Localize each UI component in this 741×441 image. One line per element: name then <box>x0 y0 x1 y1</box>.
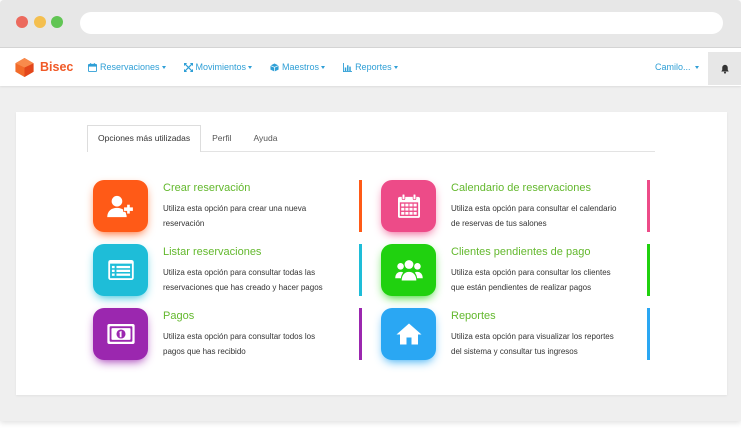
option-accent-bar <box>359 244 362 296</box>
option-description-line: Utiliza esta opción para consultar el ca… <box>451 204 617 213</box>
menu-reservaciones[interactable]: Reservaciones <box>88 62 166 72</box>
address-bar[interactable] <box>80 12 723 34</box>
arrows-icon <box>183 62 193 72</box>
window-minimize-button[interactable] <box>34 16 46 28</box>
caret-down-icon <box>161 65 166 69</box>
option-description: Utiliza esta opción para crear una nueva… <box>163 201 306 231</box>
option-description: Utiliza esta opción para consultar el ca… <box>451 201 616 231</box>
tab-bar: Opciones más utilizadas Perfil Ayuda <box>87 125 655 152</box>
bisec-logo-icon[interactable] <box>14 57 35 78</box>
caret-down-icon <box>393 65 398 69</box>
menu-movimientos[interactable]: Movimientos <box>183 62 253 72</box>
option-description-line: Utiliza esta opción para consultar todos… <box>163 332 316 341</box>
option-description-line: del sistema y consultar tus ingresos <box>451 347 578 356</box>
money-icon[interactable] <box>93 308 148 360</box>
option-title[interactable]: Clientes pendientes de pago <box>451 246 590 259</box>
app-navbar: Bisec Reservaciones Movimientos Maestros… <box>0 48 741 86</box>
user-name: Camilo... <box>655 62 691 72</box>
option-description: Utiliza esta opción para visualizar los … <box>451 329 614 359</box>
browser-window: Bisec Reservaciones Movimientos Maestros… <box>0 0 741 421</box>
option-description: Utiliza esta opción para consultar todas… <box>163 265 323 295</box>
option-crear-reservacion[interactable]: Crear reservación Utiliza esta opción pa… <box>93 180 363 232</box>
user-menu[interactable]: Camilo... <box>655 48 699 86</box>
notifications-button[interactable] <box>708 52 741 85</box>
list-alt-icon[interactable] <box>93 244 148 296</box>
window-close-button[interactable] <box>16 16 28 28</box>
menu-reportes[interactable]: Reportes <box>343 62 398 72</box>
option-title[interactable]: Listar reservaciones <box>163 246 261 259</box>
option-description-line: de reservas de tus salones <box>451 219 547 228</box>
tab-opciones[interactable]: Opciones más utilizadas <box>87 125 202 152</box>
option-description-line: reservaciones que has creado y hacer pag… <box>163 283 323 292</box>
option-accent-bar <box>359 308 362 360</box>
menu-label: Reservaciones <box>100 62 160 72</box>
main-menu: Reservaciones Movimientos Maestros Repor… <box>88 48 398 86</box>
option-title[interactable]: Reportes <box>451 310 496 323</box>
option-clientes-pendientes[interactable]: Clientes pendientes de pago Utiliza esta… <box>381 244 651 296</box>
option-reportes[interactable]: Reportes Utiliza esta opción para visual… <box>381 308 651 360</box>
cube-icon <box>270 62 279 72</box>
caret-down-icon <box>321 65 326 69</box>
menu-label: Reportes <box>355 62 392 72</box>
option-title[interactable]: Pagos <box>163 310 194 323</box>
option-pagos[interactable]: Pagos Utiliza esta opción para consultar… <box>93 308 363 360</box>
user-plus-icon[interactable] <box>93 180 148 232</box>
option-title[interactable]: Calendario de reservaciones <box>451 182 591 195</box>
option-title[interactable]: Crear reservación <box>163 182 250 195</box>
option-description-line: Utiliza esta opción para crear una nueva <box>163 204 307 213</box>
option-description-line: Utiliza esta opción para consultar todas… <box>163 268 316 277</box>
option-description-line: Utiliza esta opción para visualizar los … <box>451 332 614 341</box>
menu-label: Movimientos <box>195 62 247 72</box>
tab-ayuda[interactable]: Ayuda <box>243 125 289 151</box>
window-maximize-button[interactable] <box>51 16 63 28</box>
calendar-icon[interactable] <box>381 180 436 232</box>
caret-down-icon <box>694 65 699 69</box>
option-accent-bar <box>647 244 650 296</box>
home-panel: Opciones más utilizadas Perfil Ayuda Cre… <box>16 112 727 395</box>
caret-down-icon <box>248 65 253 69</box>
bar-chart-icon <box>343 62 353 72</box>
option-description: Utiliza esta opción para consultar todos… <box>163 329 315 359</box>
menu-label: Maestros <box>282 62 320 72</box>
brand-name[interactable]: Bisec <box>40 48 73 86</box>
option-description: Utiliza esta opción para consultar los c… <box>451 265 611 295</box>
tab-perfil[interactable]: Perfil <box>201 125 242 151</box>
calendar-icon <box>88 62 97 72</box>
option-accent-bar <box>647 308 650 360</box>
option-calendario[interactable]: Calendario de reservaciones Utiliza esta… <box>381 180 651 232</box>
option-listar-reservaciones[interactable]: Listar reservaciones Utiliza esta opción… <box>93 244 363 296</box>
option-description-line: reservación <box>163 219 205 228</box>
bell-icon <box>720 64 730 74</box>
home-icon[interactable] <box>381 308 436 360</box>
option-accent-bar <box>359 180 362 232</box>
browser-toolbar <box>0 0 741 48</box>
option-accent-bar <box>647 180 650 232</box>
option-description-line: que están pendientes de realizar pagos <box>451 283 592 292</box>
users-icon[interactable] <box>381 244 436 296</box>
option-description-line: Utiliza esta opción para consultar los c… <box>451 268 611 277</box>
option-description-line: pagos que has recibido <box>163 347 246 356</box>
menu-maestros[interactable]: Maestros <box>270 62 326 72</box>
